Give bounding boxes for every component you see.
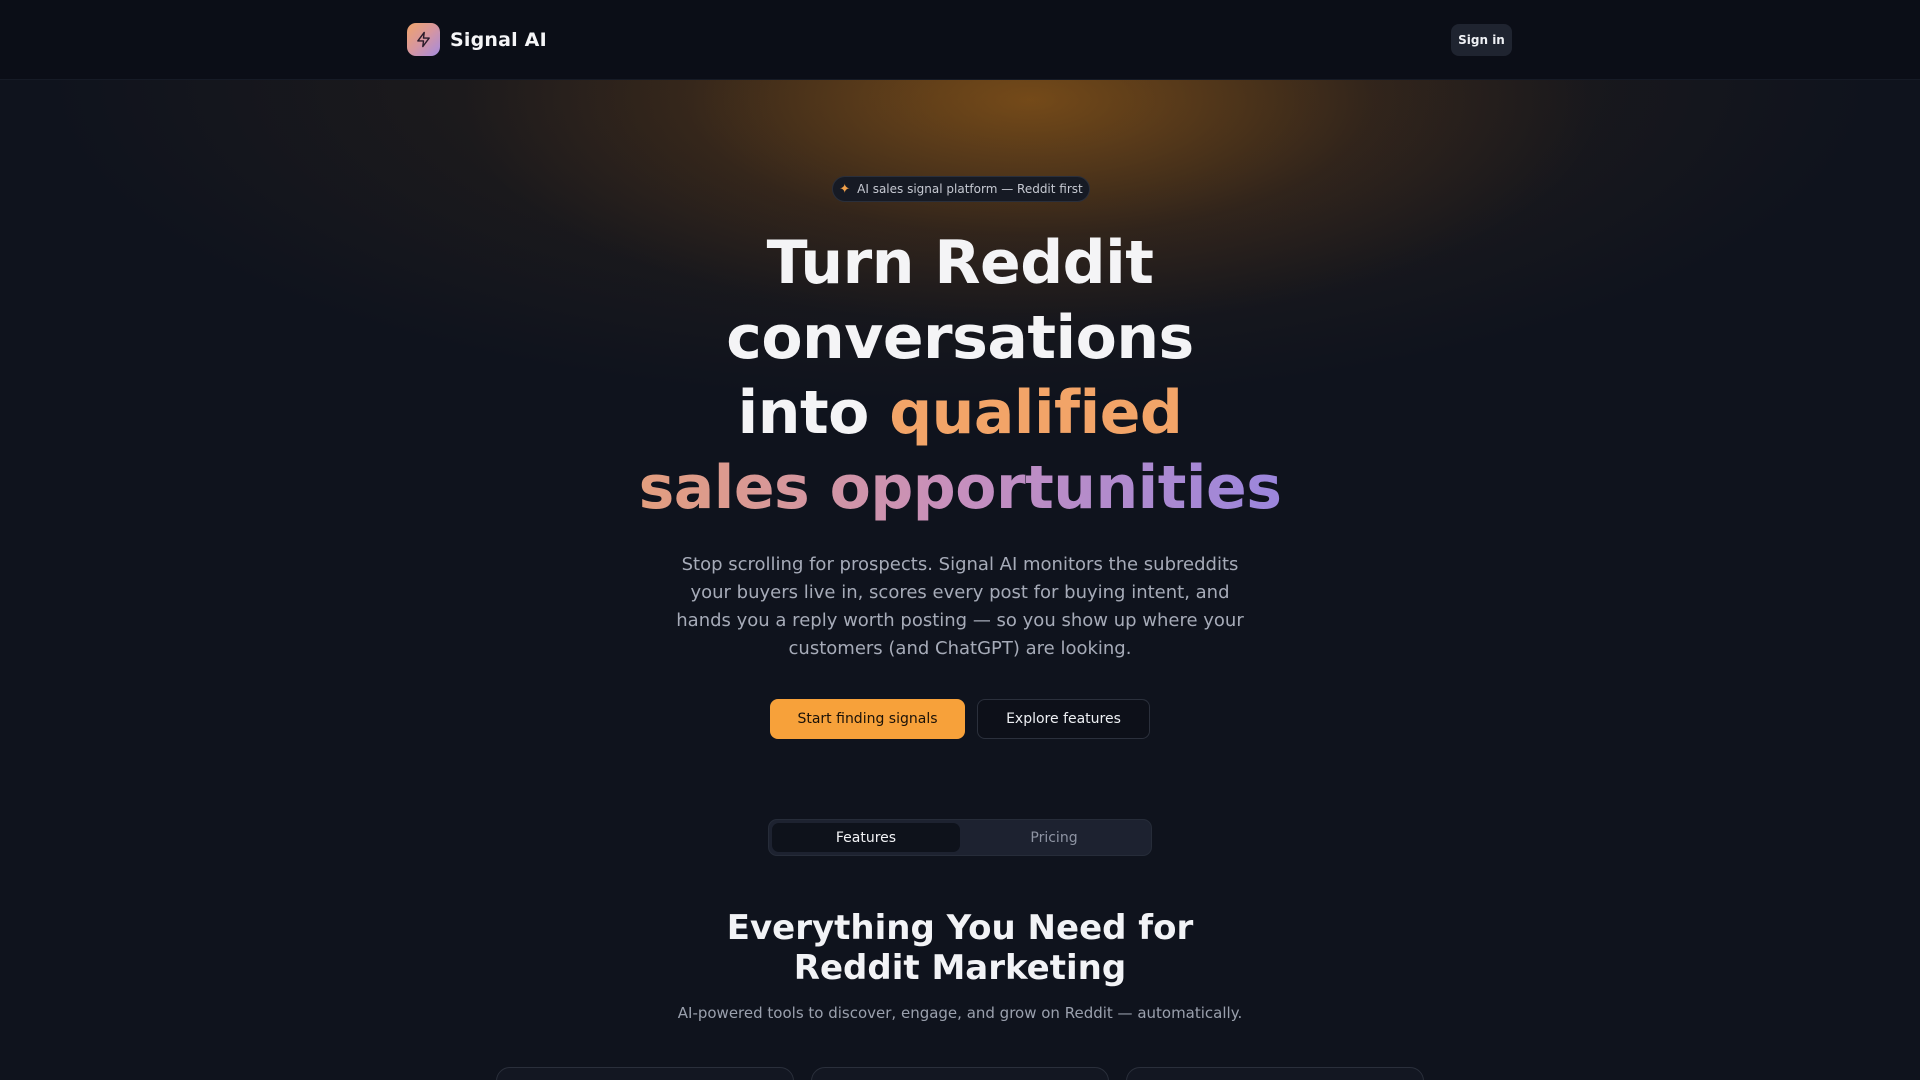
lightning-bolt-icon (407, 23, 440, 56)
feature-card[interactable] (1126, 1067, 1424, 1080)
hero-title-line-1: Turn Reddit (766, 228, 1154, 298)
hero-badge: ✦ AI sales signal platform — Reddit firs… (832, 176, 1090, 202)
hero-title-plain: into (737, 378, 870, 448)
hero-badge-text: AI sales signal platform — Reddit first (857, 182, 1083, 196)
features-subtitle: AI-powered tools to discover, engage, an… (677, 1004, 1243, 1022)
sign-in-button[interactable]: Sign in (1451, 24, 1512, 56)
hero-subtitle: Stop scrolling for prospects. Signal AI … (676, 554, 1244, 659)
tab-features[interactable]: Features (772, 823, 960, 852)
hero-title-line-3: into qualified (560, 376, 1360, 451)
sparkles-icon: ✦ (839, 181, 851, 197)
brand-logo[interactable]: Signal AI (407, 23, 547, 56)
section-tab-switcher: Features Pricing (768, 819, 1152, 856)
feature-card[interactable] (811, 1067, 1109, 1080)
hero-title-line-4: sales opportunities (560, 451, 1360, 526)
hero-title: Turn Reddit conversations into qualified… (560, 226, 1360, 526)
hero-title-gradient: sales opportunities (638, 453, 1282, 523)
tab-pricing[interactable]: Pricing (960, 823, 1148, 852)
top-nav: Signal AI Sign in (0, 0, 1920, 80)
brand-name: Signal AI (450, 28, 547, 51)
hero-title-accent: qualified (889, 378, 1183, 448)
features-title: Everything You Need for Reddit Marketing (726, 908, 1194, 988)
feature-card[interactable] (496, 1067, 794, 1080)
start-finding-signals-button[interactable]: Start finding signals (770, 699, 965, 739)
explore-features-button[interactable]: Explore features (977, 699, 1150, 739)
hero-title-line-2: conversations (726, 303, 1194, 373)
